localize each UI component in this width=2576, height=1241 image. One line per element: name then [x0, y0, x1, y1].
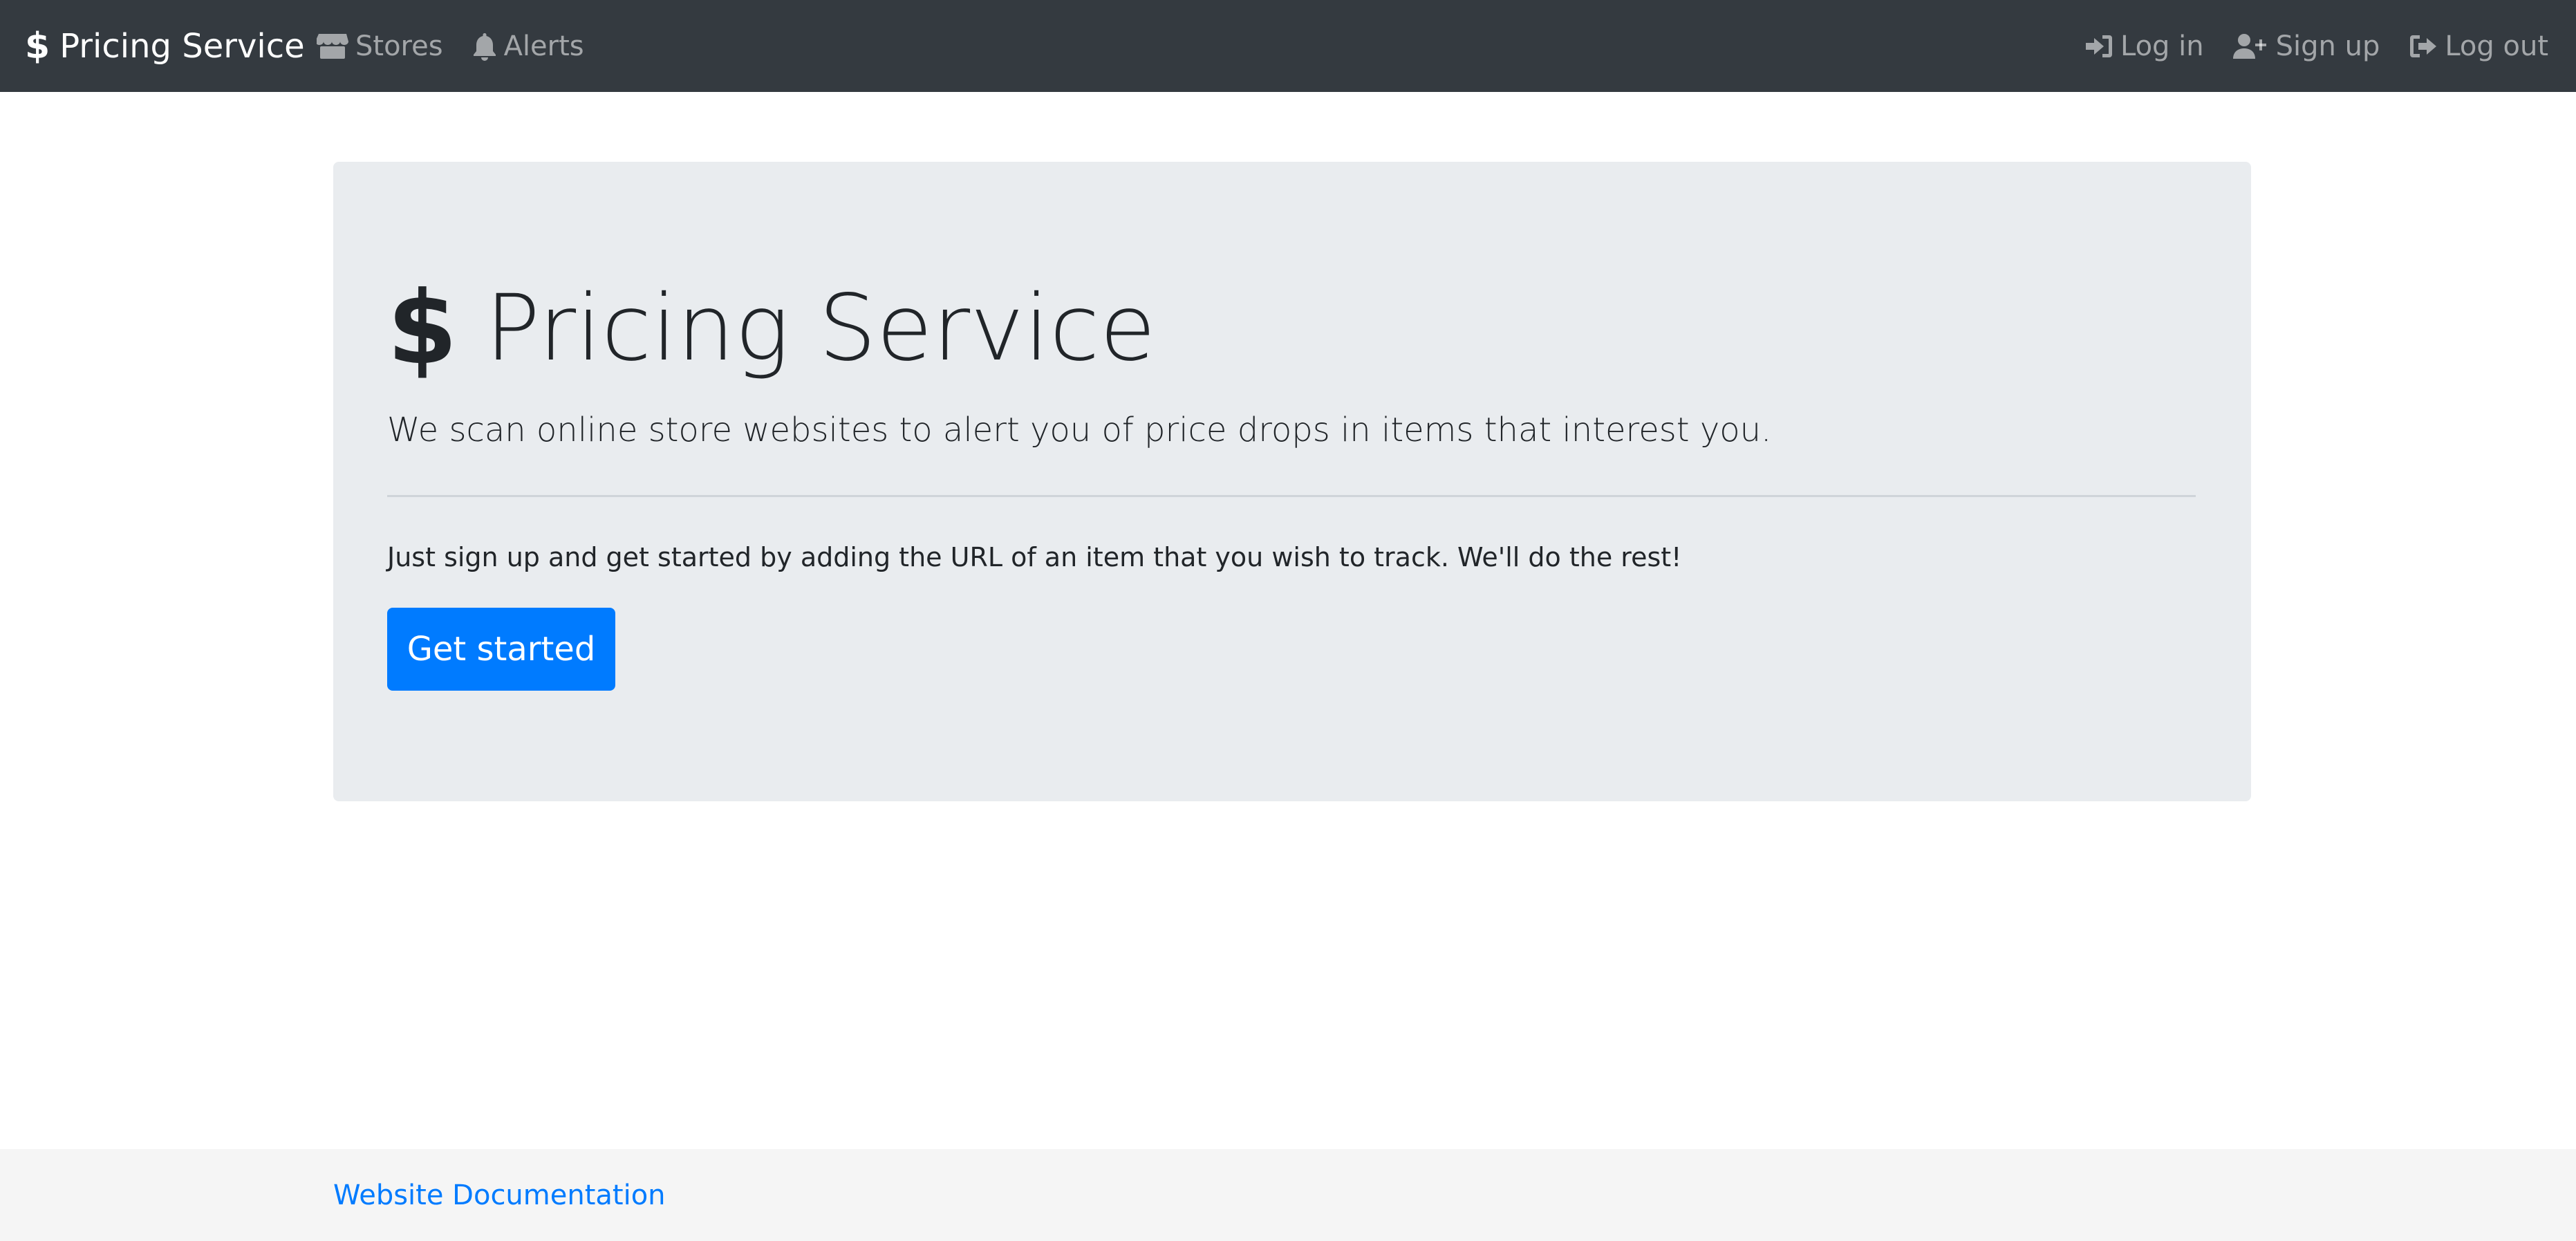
brand-label: Pricing Service	[59, 26, 305, 66]
sign-out-icon	[2410, 35, 2437, 57]
nav-link-label: Log out	[2445, 30, 2548, 62]
nav-link-signup[interactable]: Sign up	[2232, 30, 2380, 62]
bell-icon	[473, 32, 496, 61]
hero-title-text: Pricing Service	[485, 275, 1156, 382]
website-documentation-link[interactable]: Website Documentation	[333, 1149, 666, 1241]
sign-in-icon	[2086, 35, 2112, 57]
hero-lead: We scan online store websites to alert y…	[387, 411, 1772, 449]
nav-link-login[interactable]: Log in	[2084, 30, 2204, 62]
user-plus-icon	[2232, 33, 2266, 59]
navbar-brand[interactable]: $ Pricing Service	[25, 0, 305, 92]
hero-jumbotron: $ Pricing Service We scan online store w…	[333, 162, 2251, 801]
dollar-sign-icon: $	[25, 25, 50, 67]
hero-body-text: Just sign up and get started by adding t…	[387, 542, 1682, 572]
hero-title: $ Pricing Service	[387, 278, 1156, 379]
nav-link-label: Log in	[2120, 30, 2204, 62]
nav-link-label: Sign up	[2275, 30, 2380, 62]
dollar-sign-icon: $	[387, 270, 458, 387]
store-icon	[317, 33, 348, 59]
nav-link-stores[interactable]: Stores	[317, 30, 443, 62]
page-footer: Website Documentation	[0, 1149, 2576, 1241]
nav-link-logout[interactable]: Log out	[2409, 30, 2548, 62]
nav-link-label: Stores	[355, 30, 443, 62]
nav-link-label: Alerts	[503, 30, 584, 62]
hero-divider	[387, 495, 2196, 497]
top-navbar: $ Pricing Service Stores Alerts Log in S…	[0, 0, 2576, 92]
get-started-button[interactable]: Get started	[387, 608, 615, 691]
nav-left-group: Stores Alerts	[317, 0, 584, 92]
nav-right-group: Log in Sign up Log out	[2084, 0, 2548, 92]
nav-link-alerts[interactable]: Alerts	[472, 30, 584, 62]
